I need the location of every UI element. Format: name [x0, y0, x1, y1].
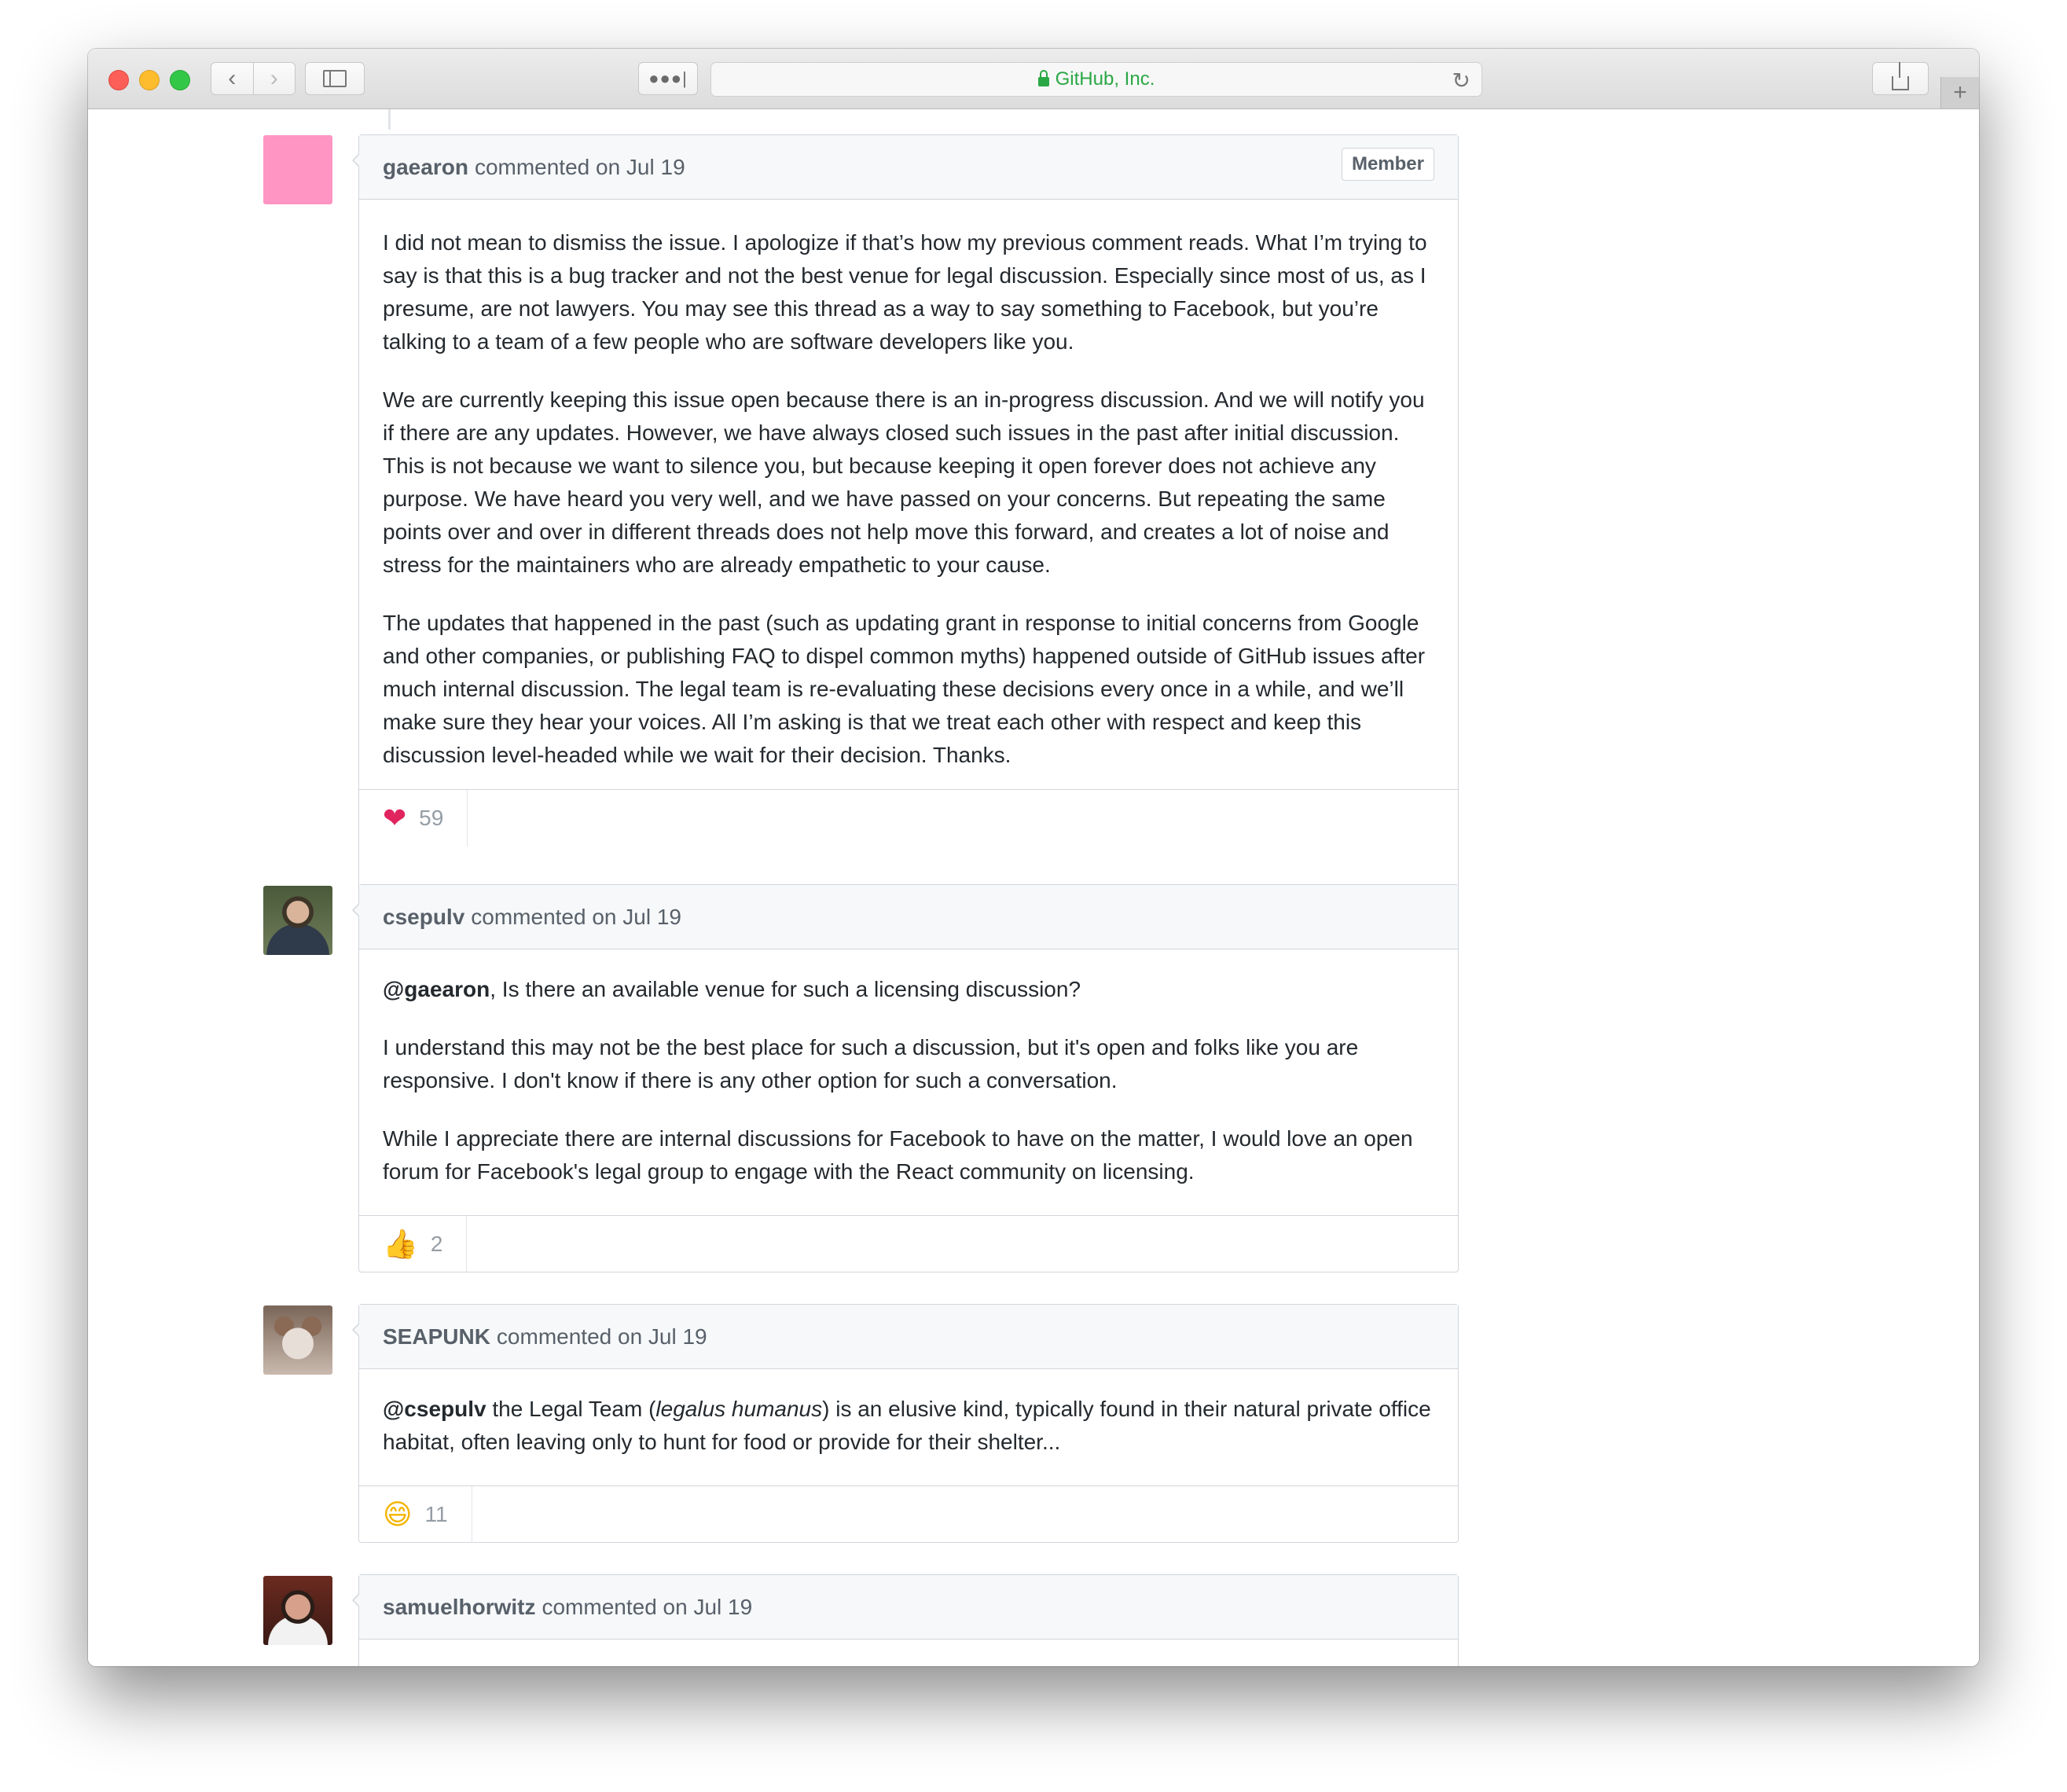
lock-icon	[1037, 70, 1049, 86]
comment-body: @csepulv the Legal Team (legalus humanus…	[359, 1369, 1458, 1485]
comment: gaearon commented on Jul 19 Member I did…	[352, 134, 1459, 905]
reaction-button[interactable]: 😄 11	[359, 1486, 472, 1543]
zoom-window-button[interactable]	[170, 70, 190, 90]
comment-timestamp[interactable]: commented on Jul 19	[542, 1595, 752, 1620]
comment-timestamp[interactable]: commented on Jul 19	[475, 155, 685, 180]
reactions-bar: 😄 11	[359, 1485, 1458, 1543]
user-mention[interactable]: @csepulv	[383, 1397, 486, 1421]
comment-text: the Legal Team (	[486, 1397, 656, 1421]
comment-header: gaearon commented on Jul 19 Member	[359, 135, 1458, 200]
comment-header: samuelhorwitz commented on Jul 19	[359, 1575, 1458, 1640]
comment-paragraph: I did not mean to dismiss the issue. I a…	[383, 230, 1427, 354]
comment-body: @gaearon, Is there an available venue fo…	[359, 949, 1458, 1215]
comment-paragraph: While I appreciate there are internal di…	[383, 1126, 1413, 1184]
new-tab-button[interactable]: +	[1940, 77, 1979, 108]
forward-button[interactable]: ›	[252, 63, 295, 94]
thumbs-up-icon: 👍	[383, 1228, 418, 1261]
avatar[interactable]	[263, 1576, 332, 1645]
comment-paragraph: We are currently keeping this issue open…	[383, 387, 1425, 577]
comment-author[interactable]: gaearon	[383, 155, 468, 180]
browser-window: ‹ › ●●●| GitHub, Inc. ↻ + gaearon commen…	[88, 49, 1979, 1666]
comment-header: SEAPUNK commented on Jul 19	[359, 1305, 1458, 1369]
grinning-face-icon: 😄	[383, 1498, 413, 1531]
reload-icon[interactable]: ↻	[1452, 68, 1470, 94]
comment: samuelhorwitz commented on Jul 19	[352, 1574, 1459, 1666]
comment-italic-text: legalus humanus	[655, 1397, 823, 1421]
more-icon: ●●●|	[648, 68, 688, 88]
reactions-bar: ❤ 59	[359, 789, 1458, 846]
comment-author[interactable]: csepulv	[383, 905, 464, 930]
comment-author[interactable]: samuelhorwitz	[383, 1595, 535, 1620]
user-mention[interactable]: @gaearon	[383, 977, 490, 1001]
reactions-bar: 👍 2	[359, 1215, 1458, 1272]
reaction-count: 11	[424, 1502, 448, 1526]
sidebar-icon	[323, 70, 347, 87]
address-text: GitHub, Inc.	[1055, 68, 1155, 90]
comment-timestamp[interactable]: commented on Jul 19	[471, 905, 681, 930]
comment-paragraph: @csepulv the Legal Team (legalus humanus…	[383, 1393, 1434, 1459]
comment-author[interactable]: SEAPUNK	[383, 1324, 490, 1350]
comment-body: I did not mean to dismiss the issue. I a…	[359, 200, 1458, 789]
reaction-button[interactable]: ❤ 59	[359, 790, 468, 846]
history-navigation: ‹ ›	[211, 62, 296, 95]
reaction-button[interactable]: 👍 2	[359, 1216, 468, 1272]
close-window-button[interactable]	[108, 70, 129, 90]
comment-timestamp[interactable]: commented on Jul 19	[497, 1324, 707, 1350]
comment-header: csepulv commented on Jul 19	[359, 885, 1458, 949]
member-badge: Member	[1341, 148, 1434, 181]
plus-icon: +	[1953, 79, 1967, 105]
reaction-count: 59	[419, 806, 444, 830]
extensions-button[interactable]: ●●●|	[638, 62, 698, 95]
comment-paragraph: The updates that happened in the past (s…	[383, 611, 1426, 767]
page-content: gaearon commented on Jul 19 Member I did…	[88, 109, 1979, 1666]
timeline-connector	[388, 109, 391, 130]
back-button[interactable]: ‹	[211, 63, 253, 94]
share-button[interactable]	[1872, 62, 1929, 95]
minimize-window-button[interactable]	[139, 70, 160, 90]
address-bar[interactable]: GitHub, Inc. ↻	[710, 62, 1482, 97]
share-icon	[1892, 62, 1909, 90]
heart-icon: ❤	[383, 802, 407, 835]
comment-text: , Is there an available venue for such a…	[490, 977, 1081, 1001]
comment-paragraph: @gaearon, Is there an available venue fo…	[383, 973, 1434, 1006]
browser-toolbar: ‹ › ●●●| GitHub, Inc. ↻ +	[88, 49, 1979, 109]
sidebar-toggle-button[interactable]	[305, 62, 365, 95]
reaction-count: 2	[430, 1232, 443, 1256]
comment: SEAPUNK commented on Jul 19 @csepulv the…	[352, 1304, 1459, 1543]
avatar[interactable]	[263, 135, 332, 204]
comment-paragraph: I understand this may not be the best pl…	[383, 1035, 1359, 1092]
avatar[interactable]	[263, 1305, 332, 1375]
avatar[interactable]	[263, 886, 332, 955]
comment: csepulv commented on Jul 19 @gaearon, Is…	[352, 884, 1459, 1272]
